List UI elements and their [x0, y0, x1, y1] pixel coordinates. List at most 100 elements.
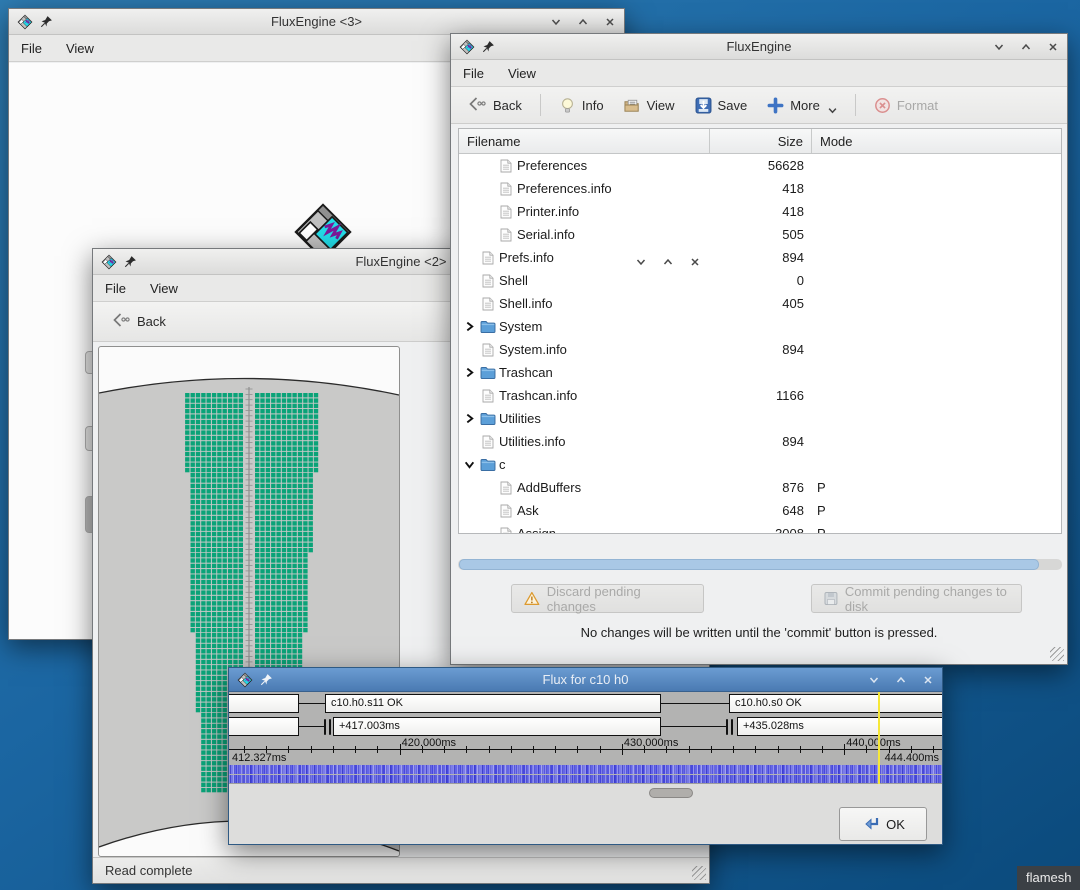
toolbar: Back Info View Save More	[451, 87, 1067, 124]
axis-tick	[755, 746, 756, 753]
menu-view[interactable]: View	[508, 66, 536, 81]
arrow-spacer	[482, 183, 495, 194]
minimize-button[interactable]	[868, 674, 880, 686]
back-button[interactable]: Back	[103, 308, 174, 335]
titlebar[interactable]: Flux for c10 h0	[229, 668, 942, 692]
folder-icon	[480, 320, 496, 334]
scrollbar-thumb[interactable]	[649, 788, 693, 798]
more-button[interactable]: More	[761, 93, 843, 118]
table-row[interactable]: Shell0	[459, 269, 1061, 292]
table-row[interactable]: System.info894	[459, 338, 1061, 361]
titlebar[interactable]: FluxEngine <3>	[9, 9, 624, 35]
table-row[interactable]: Preferences.info418	[459, 177, 1061, 200]
filename-label: Assign	[517, 526, 556, 534]
file-icon	[480, 274, 496, 288]
menu-view[interactable]: View	[66, 41, 94, 56]
filename-cell: AddBuffers	[459, 480, 710, 495]
arrow-spacer	[464, 275, 477, 286]
window-fluxengine-main[interactable]: FluxEngine File View Back Info Vie	[450, 33, 1068, 665]
table-row[interactable]: Utilities	[459, 407, 1061, 430]
column-header-mode[interactable]: Mode	[812, 129, 1061, 153]
filename-cell: Utilities	[459, 411, 710, 426]
scrollbar-thumb[interactable]	[459, 559, 1039, 570]
window-title: FluxEngine <3>	[9, 14, 624, 29]
titlebar[interactable]: FluxEngine	[451, 34, 1067, 60]
table-header[interactable]: Filename Size Mode	[459, 129, 1061, 154]
horizontal-scrollbar[interactable]	[458, 559, 1062, 570]
filename-cell: Shell.info	[459, 296, 710, 311]
filename-cell: Serial.info	[459, 227, 710, 242]
table-row[interactable]: Ask648P	[459, 499, 1061, 522]
size-value: 3008	[710, 526, 812, 534]
close-button[interactable]	[689, 256, 701, 268]
table-row[interactable]: Trashcan.info1166	[459, 384, 1061, 407]
filename-cell: Preferences	[459, 158, 710, 173]
table-row[interactable]: Shell.info405	[459, 292, 1061, 315]
folder-icon	[480, 366, 496, 380]
close-button[interactable]	[1047, 41, 1059, 53]
maximize-button[interactable]	[577, 16, 589, 28]
format-button[interactable]: Format	[868, 93, 944, 118]
axis-start-label: 412.327ms	[232, 752, 286, 764]
axis-line	[229, 749, 942, 750]
save-button[interactable]: Save	[689, 93, 754, 118]
minimize-button[interactable]	[635, 256, 647, 268]
discard-changes-button[interactable]: Discard pending changes	[511, 584, 704, 613]
file-icon	[498, 182, 514, 196]
arrow-spacer	[464, 344, 477, 355]
menu-file[interactable]: File	[105, 281, 126, 296]
info-button[interactable]: Info	[553, 93, 610, 118]
table-row[interactable]: Assign3008P	[459, 522, 1061, 534]
file-icon	[498, 205, 514, 219]
resize-grip[interactable]	[1050, 647, 1064, 661]
chevron-right-icon[interactable]	[464, 367, 477, 378]
menu-file[interactable]: File	[463, 66, 484, 81]
size-value: 505	[710, 227, 812, 242]
minimize-button[interactable]	[550, 16, 562, 28]
minimize-button[interactable]	[993, 41, 1005, 53]
table-row[interactable]: Prefs.info894	[459, 246, 1061, 269]
menu-view[interactable]: View	[150, 281, 178, 296]
resize-grip[interactable]	[692, 866, 706, 880]
maximize-button[interactable]	[895, 674, 907, 686]
arrow-spacer	[482, 505, 495, 516]
window-flux-viewer[interactable]: Flux for c10 h0 c10.h0.s11 OK c10.h0.s0 …	[228, 667, 943, 845]
commit-changes-button[interactable]: Commit pending changes to disk	[811, 584, 1022, 613]
axis-tick	[577, 746, 578, 753]
table-row[interactable]: Utilities.info894	[459, 430, 1061, 453]
table-row[interactable]: Trashcan	[459, 361, 1061, 384]
flux-view[interactable]: c10.h0.s11 OK c10.h0.s0 OK +417.003ms +4…	[229, 692, 942, 844]
flux-density-band[interactable]	[229, 765, 942, 774]
file-icon	[498, 159, 514, 173]
menu-file[interactable]: File	[21, 41, 42, 56]
dropdown-caret-icon[interactable]	[828, 102, 837, 109]
table-row[interactable]: System	[459, 315, 1061, 338]
filename-cell: Utilities.info	[459, 434, 710, 449]
commit-disk-icon	[824, 591, 838, 606]
close-button[interactable]	[922, 674, 934, 686]
filename-label: Shell	[499, 273, 528, 288]
table-row[interactable]: Printer.info418	[459, 200, 1061, 223]
file-icon	[480, 435, 496, 449]
axis-tick	[600, 746, 601, 753]
column-header-filename[interactable]: Filename	[459, 129, 710, 153]
table-row[interactable]: AddBuffers876P	[459, 476, 1061, 499]
maximize-button[interactable]	[662, 256, 674, 268]
file-icon	[498, 504, 514, 518]
ok-button[interactable]: OK	[839, 807, 927, 841]
back-button[interactable]: Back	[461, 92, 528, 119]
chevron-right-icon[interactable]	[464, 413, 477, 424]
column-header-size[interactable]: Size	[710, 129, 812, 153]
maximize-button[interactable]	[1020, 41, 1032, 53]
table-row[interactable]: Preferences56628	[459, 154, 1061, 177]
chevron-down-icon[interactable]	[464, 459, 477, 470]
chevron-right-icon[interactable]	[464, 321, 477, 332]
view-button[interactable]: View	[618, 93, 681, 118]
table-row[interactable]: Serial.info505	[459, 223, 1061, 246]
close-button[interactable]	[604, 16, 616, 28]
axis-tick	[822, 746, 823, 753]
table-row[interactable]: c	[459, 453, 1061, 476]
axis-tick-label: 420.000ms	[402, 737, 456, 749]
axis-tick-label: 430.000ms	[624, 737, 678, 749]
arrow-spacer	[482, 528, 495, 534]
